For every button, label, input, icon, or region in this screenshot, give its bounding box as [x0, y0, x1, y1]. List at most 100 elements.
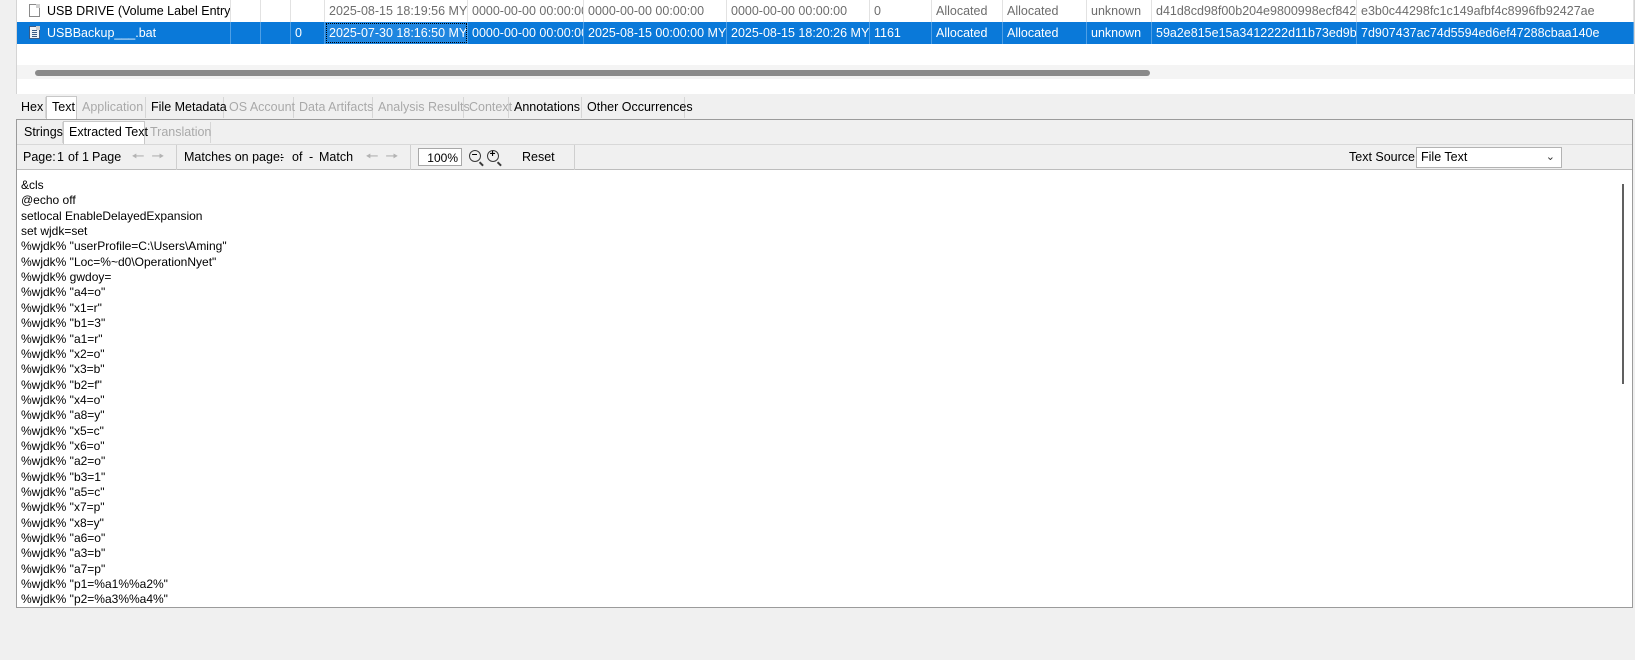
text-line: %wjdk% "x5=c": [21, 423, 104, 438]
text-line: %wjdk% "a1=r": [21, 331, 103, 346]
results-table[interactable]: USB DRIVE (Volume Label Entry) 2025-08-15…: [16, 0, 1635, 94]
arrow-left-icon: 🠔: [131, 148, 145, 165]
table-row[interactable]: USBBackup___.bat 0 2025-07-30 18:16:50 MYT…: [17, 22, 1634, 44]
text-line: set wjdk=set: [21, 224, 88, 239]
text-line: %wjdk% "a4=o": [21, 285, 106, 300]
table-cell-created[interactable]: 0000-00-00 00:00:00: [727, 0, 870, 22]
tab-analysis-results[interactable]: Analysis Results: [373, 97, 470, 118]
table-cell-score[interactable]: [231, 0, 261, 22]
text-line: %wjdk% "p2=%a3%%a4%": [21, 592, 168, 607]
text-line: %wjdk% "p1=%a1%%a2%": [21, 577, 168, 592]
matches-label: Matches on page:: [184, 150, 284, 164]
text-line: @echo off: [21, 193, 76, 208]
reset-zoom-button[interactable]: Reset: [522, 145, 555, 171]
text-viewer-panel: Strings Extracted Text Translation Page: 1…: [16, 119, 1633, 608]
text-line: %wjdk% "a3=b": [21, 546, 106, 561]
match-unit-label: Match: [319, 150, 354, 164]
zoom-level-field[interactable]: 100%: [418, 148, 462, 166]
batch-file-icon: [29, 26, 40, 39]
tab-other-occurrences[interactable]: Other Occurrences: [582, 97, 693, 118]
text-line: %wjdk% "userProfile=C:\Users\Aming": [21, 239, 227, 254]
match-of-label: of: [292, 150, 303, 164]
cell-text: 2025-08-15 18:19:56 MYT: [329, 4, 468, 18]
table-cell-name[interactable]: USB DRIVE (Volume Label Entry): [17, 0, 231, 22]
table-cell-flags-dir[interactable]: Allocated: [932, 0, 1003, 22]
table-cell-name[interactable]: USBBackup___.bat: [17, 22, 231, 44]
table-cell-flags-meta[interactable]: Allocated: [1003, 22, 1087, 44]
table-cell-known[interactable]: unknown: [1087, 0, 1152, 22]
cell-text: unknown: [1091, 26, 1142, 40]
table-cell-changed[interactable]: 0000-00-00 00:00:00: [468, 0, 584, 22]
table-cell-created[interactable]: 2025-08-15 18:20:26 MYT: [727, 22, 870, 44]
table-cell-score[interactable]: [231, 22, 261, 44]
text-line: %wjdk% "b3=1": [21, 469, 106, 484]
text-line: %wjdk% "x8=y": [21, 515, 104, 530]
cell-text: 2025-08-15 00:00:00 MYT: [588, 26, 727, 40]
tab-context[interactable]: Context: [464, 97, 512, 118]
table-cell-comment[interactable]: [261, 0, 291, 22]
table-cell-modified[interactable]: 2025-08-15 18:19:56 MYT: [325, 0, 468, 22]
table-cell-flags-dir[interactable]: Allocated: [932, 22, 1003, 44]
cell-text: 1161: [874, 26, 901, 40]
file-icon: [29, 4, 40, 17]
extracted-text-area[interactable]: &cls @echo off setlocal EnableDelayedExpan…: [17, 170, 1632, 607]
text-line: %wjdk% "x2=o": [21, 346, 105, 361]
cell-text: 2025-08-15 18:20:26 MYT: [731, 26, 870, 40]
subtab-extracted-text[interactable]: Extracted Text: [63, 121, 148, 144]
table-cell-size[interactable]: 0: [870, 0, 932, 22]
next-match-button[interactable]: 🠖: [383, 148, 401, 166]
vertical-scrollbar-thumb[interactable]: [1622, 184, 1624, 384]
text-line: %wjdk% gwdoy=: [21, 270, 112, 285]
table-row[interactable]: USB DRIVE (Volume Label Entry) 2025-08-15…: [17, 0, 1634, 22]
arrow-right-icon: 🠖: [385, 148, 399, 165]
table-cell-md5[interactable]: 59a2e815e15a3412222d11b73ed9b6a4: [1152, 22, 1357, 44]
cell-text: 59a2e815e15a3412222d11b73ed9b6a4: [1156, 26, 1357, 40]
previous-match-button[interactable]: 🠔: [363, 148, 381, 166]
subtab-translation[interactable]: Translation: [145, 122, 211, 143]
table-cell-comment[interactable]: [261, 22, 291, 44]
zoom-in-icon[interactable]: +: [487, 150, 499, 162]
text-line: %wjdk% "Loc=%~d0\OperationNyet": [21, 254, 217, 269]
cell-text: 0000-00-00 00:00:00: [472, 26, 584, 40]
table-cell-modified[interactable]: 2025-07-30 18:16:50 MYT: [325, 22, 468, 44]
page-unit-label: Page: [92, 150, 122, 164]
table-cell-sha256[interactable]: e3b0c44298fc1c149afbf4c8996fb92427ae: [1357, 0, 1634, 22]
next-page-button[interactable]: 🠖: [149, 148, 167, 166]
table-cell-count[interactable]: [291, 0, 325, 22]
text-source-dropdown[interactable]: File Text ⌄: [1416, 147, 1562, 168]
text-subtabs: Strings Extracted Text Translation: [17, 121, 1632, 144]
table-cell-changed[interactable]: 0000-00-00 00:00:00: [468, 22, 584, 44]
text-toolbar: Page: 1 of 1 Page 🠔 🠖 Matches on page: -…: [17, 144, 1632, 170]
text-line: %wjdk% "b2=f": [21, 377, 102, 392]
text-line: %wjdk% "x1=r": [21, 300, 102, 315]
table-cell-accessed[interactable]: 2025-08-15 00:00:00 MYT: [584, 22, 727, 44]
tab-application[interactable]: Application: [77, 97, 146, 118]
text-source-label: Text Source:: [1349, 150, 1419, 164]
table-cell-count[interactable]: 0: [291, 22, 325, 44]
table-cell-accessed[interactable]: 0000-00-00 00:00:00: [584, 0, 727, 22]
table-cell-md5[interactable]: d41d8cd98f00b204e9800998ecf8427e: [1152, 0, 1357, 22]
table-cell-known[interactable]: unknown: [1087, 22, 1152, 44]
cell-text: 7d907437ac74d5594ed6ef47288cbaa140e: [1361, 26, 1600, 40]
previous-page-button[interactable]: 🠔: [129, 148, 147, 166]
tab-file-metadata[interactable]: File Metadata: [146, 97, 227, 118]
tab-data-artifacts[interactable]: Data Artifacts: [294, 97, 373, 118]
tab-text[interactable]: Text: [46, 96, 77, 119]
subtab-strings[interactable]: Strings: [19, 122, 63, 143]
tab-annotations[interactable]: Annotations: [509, 97, 582, 118]
tab-hex[interactable]: Hex: [16, 97, 46, 118]
toolbar-divider: [410, 145, 411, 170]
horizontal-scrollbar-thumb[interactable]: [35, 70, 1150, 76]
text-line: %wjdk% "x3=b": [21, 362, 105, 377]
table-cell-sha256[interactable]: 7d907437ac74d5594ed6ef47288cbaa140e: [1357, 22, 1634, 44]
tab-os-account[interactable]: OS Account: [224, 97, 295, 118]
zoom-out-icon[interactable]: –: [469, 150, 481, 162]
table-cell-flags-meta[interactable]: Allocated: [1003, 0, 1087, 22]
page-label: Page:: [23, 150, 56, 164]
arrow-right-icon: 🠖: [151, 148, 165, 165]
cell-text: Allocated: [1007, 4, 1059, 18]
text-line: %wjdk% "a5=c": [21, 485, 105, 499]
cell-text: USBBackup___.bat: [47, 26, 157, 40]
table-cell-size[interactable]: 1161: [870, 22, 932, 44]
page-current: 1: [57, 150, 64, 164]
